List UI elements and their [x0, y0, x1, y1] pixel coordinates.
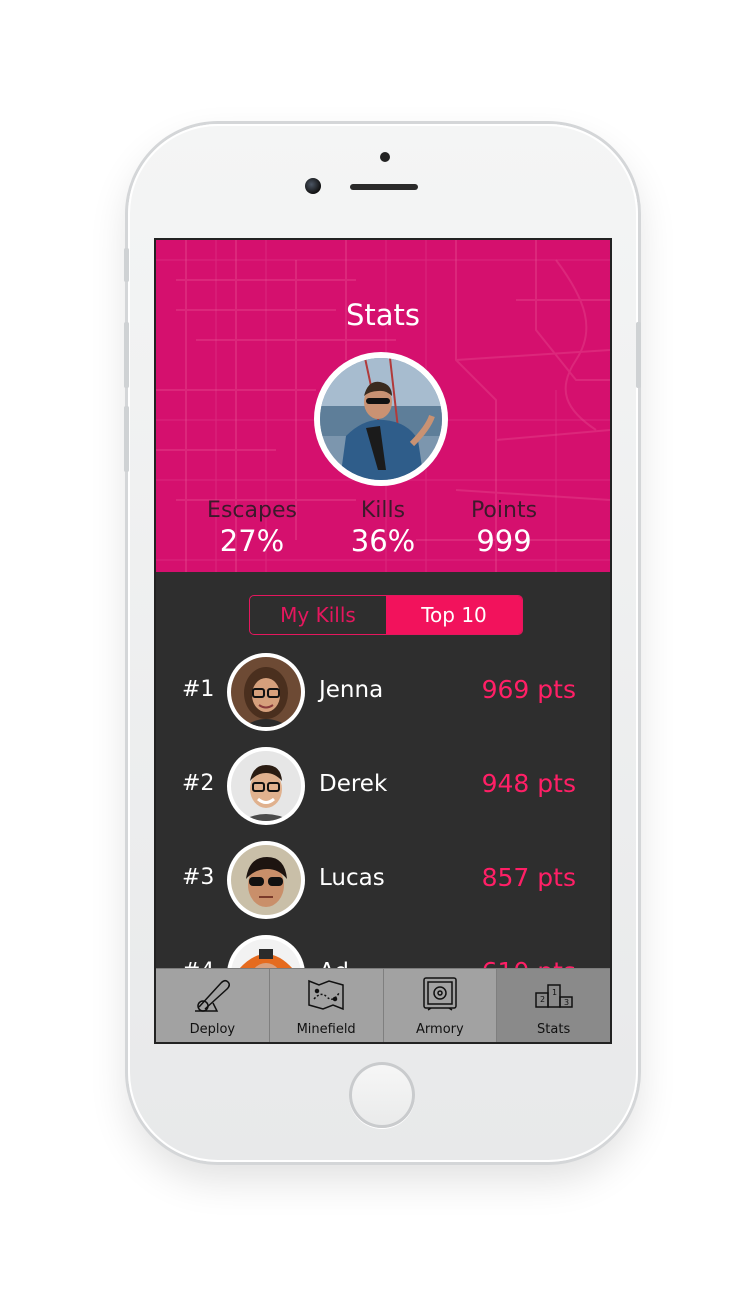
- player-points: 948 pts: [481, 769, 576, 798]
- tab-stats[interactable]: 1 2 3 Stats: [497, 969, 610, 1042]
- tab-minefield-label: Minefield: [296, 1022, 356, 1037]
- tab-deploy[interactable]: Deploy: [156, 969, 270, 1042]
- stat-kills-value: 36%: [350, 524, 416, 558]
- mute-switch: [124, 248, 129, 282]
- tab-deploy-label: Deploy: [189, 1022, 236, 1037]
- leaderboard-row[interactable]: #3 Lucas 857 pts: [156, 841, 610, 921]
- profile-avatar[interactable]: [314, 352, 448, 486]
- leaderboard-row[interactable]: #2 Derek 948 pts: [156, 747, 610, 827]
- map-icon: [308, 979, 344, 1011]
- rank-label: #1: [182, 677, 215, 702]
- screen-title: Stats: [345, 298, 421, 332]
- rank-label: #2: [182, 771, 215, 796]
- tab-bar: Deploy Minefield Armory 1 2 3 Stats: [156, 968, 610, 1042]
- stat-kills-label: Kills: [360, 498, 406, 523]
- earpiece-speaker: [350, 184, 418, 190]
- segment-top-10[interactable]: Top 10: [386, 596, 522, 634]
- segment-my-kills[interactable]: My Kills: [250, 596, 386, 634]
- player-name: Lucas: [319, 865, 385, 891]
- svg-text:3: 3: [564, 998, 569, 1007]
- home-button[interactable]: [349, 1062, 415, 1128]
- app-screen: Stats Escapes 27% Kills 36% Points 999 M…: [156, 240, 610, 1042]
- cannon-icon: [195, 979, 231, 1012]
- avatar: [227, 841, 305, 919]
- volume-down-button: [124, 406, 129, 472]
- profile-photo: [320, 358, 442, 480]
- player-name: Jenna: [319, 677, 384, 703]
- volume-up-button: [124, 322, 129, 388]
- avatar: [227, 653, 305, 731]
- player-points: 857 pts: [481, 863, 576, 892]
- stats-header: Stats Escapes 27% Kills 36% Points 999: [156, 240, 610, 572]
- front-camera: [305, 178, 321, 194]
- stat-escapes-value: 27%: [219, 524, 285, 558]
- player-name: Derek: [319, 771, 388, 797]
- player-points: 969 pts: [481, 675, 576, 704]
- podium-icon: 1 2 3: [534, 984, 573, 1008]
- tab-armory[interactable]: Armory: [384, 969, 498, 1042]
- stat-points-label: Points: [470, 498, 538, 523]
- svg-text:2: 2: [540, 995, 545, 1004]
- tab-stats-label: Stats: [537, 1022, 571, 1037]
- avatar: [227, 747, 305, 825]
- stat-escapes: Escapes 27%: [182, 498, 322, 558]
- power-button: [636, 322, 641, 388]
- stat-escapes-label: Escapes: [207, 498, 297, 523]
- kills-segmented-control: My Kills Top 10: [249, 595, 523, 635]
- stat-points: Points 999: [434, 498, 574, 558]
- rank-label: #3: [182, 865, 215, 890]
- stat-points-value: 999: [476, 524, 532, 558]
- safe-icon: [423, 977, 457, 1011]
- stat-kills: Kills 36%: [313, 498, 453, 558]
- tab-minefield[interactable]: Minefield: [270, 969, 384, 1042]
- leaderboard-row[interactable]: #1 Jenna 969 pts: [156, 653, 610, 733]
- svg-text:1: 1: [552, 988, 557, 997]
- proximity-sensor: [380, 152, 390, 162]
- tab-armory-label: Armory: [416, 1022, 464, 1037]
